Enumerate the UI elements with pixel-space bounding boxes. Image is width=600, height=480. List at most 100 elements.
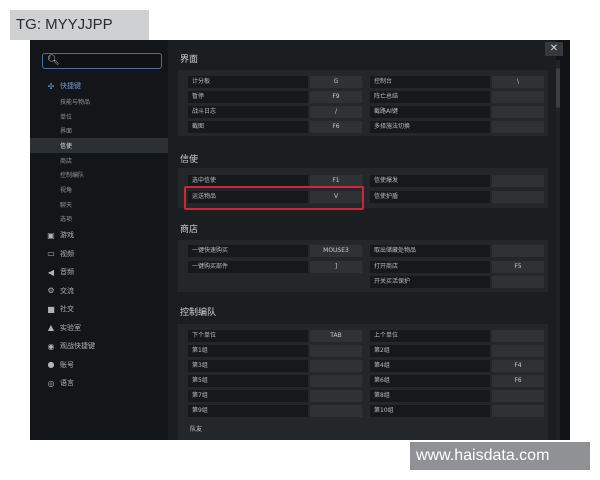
hotkey-label: 阵亡总结: [370, 91, 490, 103]
hotkey-binding[interactable]: [492, 106, 544, 118]
hotkey-row: 多择施法切换: [370, 121, 544, 133]
search-input[interactable]: 🔍︎: [42, 53, 162, 69]
sidebar-item-video[interactable]: ▭ 视频: [30, 245, 168, 264]
scrollbar[interactable]: [556, 60, 560, 440]
hotkey-row: 阵亡总结: [370, 91, 544, 103]
hotkey-row: 信使爆发: [370, 175, 544, 187]
sidebar-subitem-units[interactable]: 单位: [30, 109, 168, 124]
sidebar-item-game[interactable]: ▣ 游戏: [30, 226, 168, 245]
section-title-shop: 商店: [180, 225, 199, 235]
hotkey-label: 多择施法切换: [370, 121, 490, 133]
hotkey-binding[interactable]: [492, 276, 544, 288]
hotkey-binding[interactable]: MOUSE3: [310, 245, 362, 257]
hotkey-binding[interactable]: [492, 345, 544, 357]
sidebar-item-communication[interactable]: ⚙ 交流: [30, 282, 168, 301]
hotkey-row: 暂停 F9: [188, 91, 362, 103]
chat-icon: ■: [47, 304, 55, 314]
gamepad-icon: ▣: [47, 230, 55, 240]
sidebar-subitem-control-groups[interactable]: 控制编队: [30, 167, 168, 182]
hotkey-binding[interactable]: F6: [310, 121, 362, 133]
hotkey-label: 第8组: [370, 390, 490, 402]
sidebar-subitem-interface[interactable]: 界面: [30, 123, 168, 138]
hotkey-binding[interactable]: [310, 345, 362, 357]
sidebar-item-label: 视频: [60, 249, 74, 258]
hotkey-row: 计分板 G: [188, 76, 362, 88]
sidebar-subitem-shop[interactable]: 商店: [30, 153, 168, 168]
hotkey-binding[interactable]: F5: [492, 261, 544, 273]
settings-window: 🔍︎ ✣ 快捷键 技能与物品 单位 界面 信使 商店 控制编队 视角 聊天 选项…: [30, 40, 570, 440]
hotkey-row-deliver-items: 运送物品 V: [188, 191, 362, 203]
hotkey-row: 一键购买部件]: [188, 261, 362, 273]
hotkey-label: 第3组: [188, 360, 308, 372]
hotkey-label: 第4组: [370, 360, 490, 372]
hotkey-label: 一键购买部件: [188, 261, 308, 273]
hotkey-binding[interactable]: V: [310, 191, 362, 203]
sidebar-item-audio[interactable]: ◀ 音频: [30, 263, 168, 282]
sidebar-item-label: 交流: [60, 286, 74, 295]
sidebar-item-label: 实验室: [60, 323, 81, 332]
hotkey-row: 一键快速购买 MOUSE3: [188, 245, 362, 257]
hotkey-binding[interactable]: TAB: [310, 330, 362, 342]
sidebar-subitem-options[interactable]: 选项: [30, 212, 168, 227]
hotkey-binding[interactable]: F1: [310, 175, 362, 187]
hotkey-label: 截图: [188, 121, 308, 133]
hotkey-binding[interactable]: [310, 390, 362, 402]
hotkey-binding[interactable]: [492, 175, 544, 187]
hotkey-binding[interactable]: F9: [310, 91, 362, 103]
hotkey-binding[interactable]: F4: [492, 360, 544, 372]
hotkey-binding[interactable]: [492, 390, 544, 402]
hotkey-binding[interactable]: G: [310, 76, 362, 88]
hotkey-binding[interactable]: [492, 121, 544, 133]
sidebar-item-language[interactable]: ◎ 语言: [30, 374, 168, 393]
sidebar-item-hotkeys[interactable]: ✣ 快捷键: [30, 78, 168, 94]
hotkey-row: 第5组: [188, 375, 362, 387]
hotkey-binding[interactable]: [310, 405, 362, 417]
hotkey-label: 一键快速购买: [188, 245, 308, 257]
sidebar-item-label: 社交: [60, 305, 74, 314]
hotkey-label: 控制台: [370, 76, 490, 88]
hotkey-binding[interactable]: F6: [492, 375, 544, 387]
sidebar-subitem-courier[interactable]: 信使: [30, 138, 168, 153]
sidebar-item-lab[interactable]: ▲ 实验室: [30, 319, 168, 338]
flask-icon: ▲: [47, 323, 55, 333]
hotkey-binding[interactable]: [310, 360, 362, 372]
hotkey-row: 控制台 \: [370, 76, 544, 88]
hotkey-binding[interactable]: ]: [310, 261, 362, 273]
hotkey-row: 信使护盾: [370, 191, 544, 203]
hotkey-label: 运送物品: [188, 191, 308, 203]
hotkey-row: 第4组 F4: [370, 360, 544, 372]
sidebar-subitem-chat[interactable]: 聊天: [30, 197, 168, 212]
close-button[interactable]: ✕: [545, 42, 563, 56]
hotkey-binding[interactable]: [492, 245, 544, 257]
hotkey-row: 第8组: [370, 390, 544, 402]
hotkey-binding[interactable]: [492, 330, 544, 342]
hotkey-row: 第7组: [188, 390, 362, 402]
sidebar-item-account[interactable]: ● 账号: [30, 356, 168, 375]
sidebar-subitem-camera[interactable]: 视角: [30, 182, 168, 197]
sidebar-subitem-abilities[interactable]: 技能与物品: [30, 94, 168, 109]
hotkey-binding[interactable]: [492, 191, 544, 203]
hotkey-row: 选中信使 F1: [188, 175, 362, 187]
scrollbar-thumb[interactable]: [556, 68, 560, 108]
hotkey-label: 下个单位: [188, 330, 308, 342]
hotkey-label: 第7组: [188, 390, 308, 402]
hotkey-label: 上个单位: [370, 330, 490, 342]
hotkey-row: 第10组: [370, 405, 544, 417]
hotkey-binding[interactable]: [492, 405, 544, 417]
user-icon: ●: [47, 360, 55, 370]
hotkey-row: 战斗日志 /: [188, 106, 362, 118]
hotkey-label: 截路AI键: [370, 106, 490, 118]
sidebar-item-label: 游戏: [60, 231, 74, 240]
hotkey-binding[interactable]: \: [492, 76, 544, 88]
hotkey-binding[interactable]: /: [310, 106, 362, 118]
hotkey-row: 上个单位: [370, 330, 544, 342]
monitor-icon: ▭: [47, 249, 55, 259]
hotkey-binding[interactable]: [492, 91, 544, 103]
search-icon: 🔍︎: [47, 55, 60, 66]
hotkey-binding[interactable]: [310, 375, 362, 387]
sidebar-item-spectator-hotkeys[interactable]: ◉ 观战快捷键: [30, 337, 168, 356]
hotkey-row: 第6组 F6: [370, 375, 544, 387]
sidebar: 🔍︎ ✣ 快捷键 技能与物品 单位 界面 信使 商店 控制编队 视角 聊天 选项…: [30, 40, 168, 440]
sidebar-item-social[interactable]: ■ 社交: [30, 300, 168, 319]
gear-icon: ⚙: [47, 286, 55, 296]
